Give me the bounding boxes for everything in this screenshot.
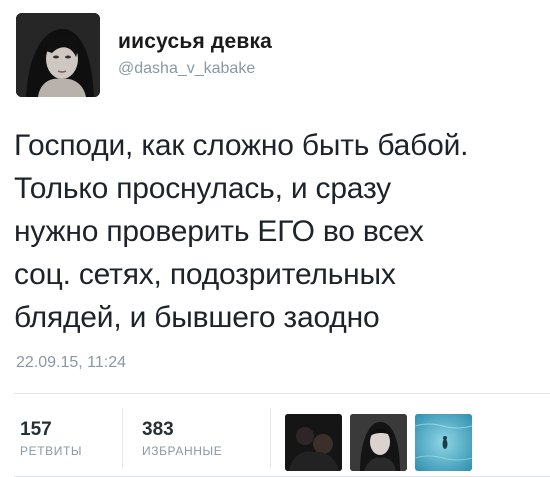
favorite-label: ИЗБРАННЫЕ	[142, 444, 223, 458]
tweet-text-line: соц. сетях, подозрительных	[14, 258, 396, 291]
author-handle[interactable]: @dasha_v_kabake	[118, 60, 255, 78]
favoriter-avatar[interactable]	[415, 414, 472, 471]
profile-photo-icon	[16, 13, 100, 97]
retweet-label: РЕТВИТЫ	[20, 444, 83, 458]
user-avatar-ocean-icon	[415, 414, 472, 471]
favoriter-avatar[interactable]	[350, 414, 407, 471]
tweet-text-line: Только проснулась, и сразу	[14, 172, 391, 205]
tweet-card: иисусья девка @dasha_v_kabake Господи, к…	[0, 0, 550, 477]
favorite-count: 383	[142, 419, 174, 440]
tweet-text-line: Господи, как сложно быть бабой.	[14, 129, 469, 162]
author-display-name[interactable]: иисусья девка	[118, 30, 272, 54]
stat-separator	[122, 408, 123, 468]
retweet-count: 157	[20, 419, 52, 440]
favoriter-avatar[interactable]	[285, 414, 342, 471]
tweet-text: Господи, как сложно быть бабой. Только п…	[14, 124, 548, 339]
tweet-timestamp[interactable]: 22.09.15, 11:24	[16, 354, 126, 372]
user-avatar-dark-icon	[285, 414, 342, 471]
tweet-text-line: нужно проверить ЕГО во всех	[14, 215, 424, 248]
stat-separator	[270, 408, 271, 468]
tweet-text-line: блядей, и бывшего заодно	[14, 301, 380, 334]
retweet-stat[interactable]: 157 РЕТВИТЫ	[20, 419, 83, 459]
author-avatar[interactable]	[16, 13, 100, 97]
divider	[14, 393, 550, 394]
favorite-stat[interactable]: 383 ИЗБРАННЫЕ	[142, 419, 223, 459]
user-avatar-portrait-icon	[350, 414, 407, 471]
